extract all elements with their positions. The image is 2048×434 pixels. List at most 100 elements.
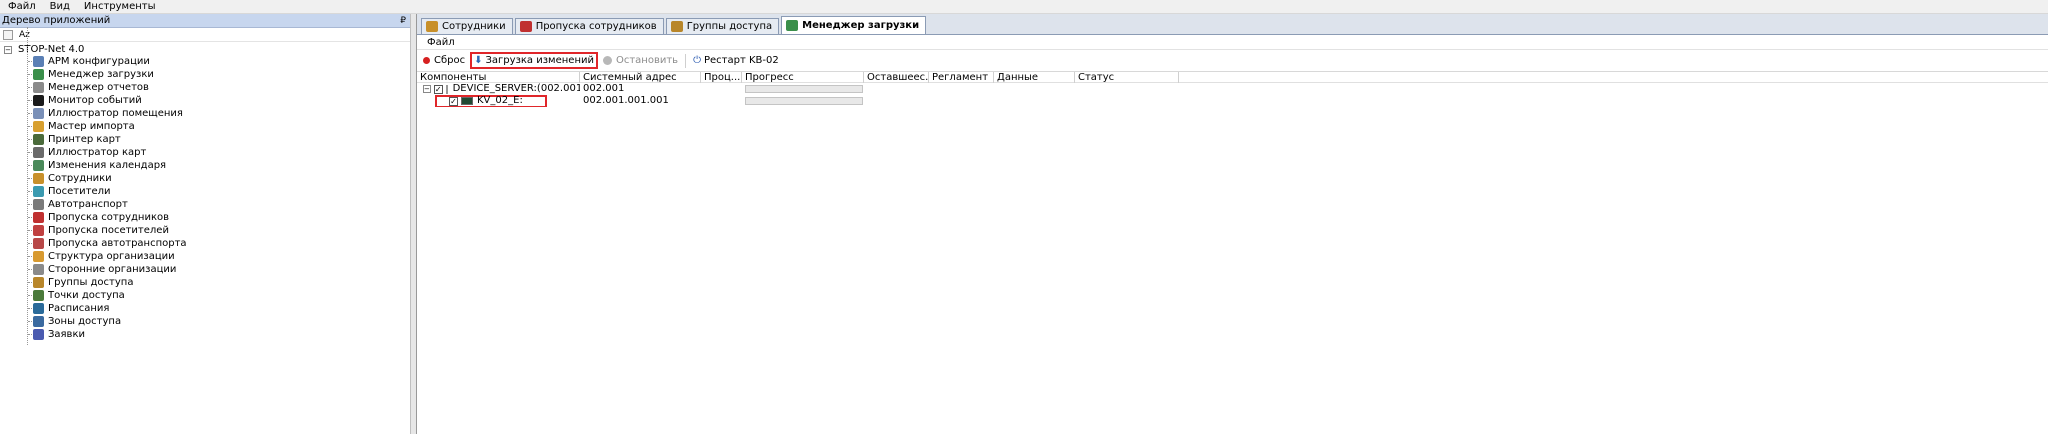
employee-pass-icon xyxy=(519,21,532,32)
sub-menu-bar: Файл xyxy=(417,35,2048,50)
menu-file[interactable]: Файл xyxy=(8,1,36,12)
stop-button[interactable]: Остановить xyxy=(600,52,681,69)
tree-root[interactable]: − STOP-Net 4.0 xyxy=(0,44,410,55)
restart-button[interactable]: ⏻ Рестарт KB-02 xyxy=(690,52,782,69)
highlight-box: ✓ KV_02_E: xyxy=(435,95,547,107)
collapse-icon[interactable]: − xyxy=(4,45,12,54)
tab[interactable]: Группы доступа xyxy=(665,18,780,34)
tree-item[interactable]: Расписания xyxy=(0,302,410,315)
tree-item[interactable]: Пропуска автотранспорта xyxy=(0,237,410,250)
menu-view[interactable]: Вид xyxy=(50,1,70,12)
tree-item-label: Иллюстратор помещения xyxy=(48,108,183,119)
vehicle-pass-icon xyxy=(33,238,44,249)
tab[interactable]: Сотрудники xyxy=(421,18,513,34)
menu-tools[interactable]: Инструменты xyxy=(84,1,156,12)
download-manager-icon xyxy=(33,69,44,80)
tree-item-label: АРМ конфигурации xyxy=(48,56,150,67)
card-illustrator-icon xyxy=(33,147,44,158)
tree-item[interactable]: Менеджер загрузки xyxy=(0,68,410,81)
tab-label: Группы доступа xyxy=(686,21,773,32)
tab-label: Пропуска сотрудников xyxy=(535,21,657,32)
tree-item[interactable]: Автотранспорт xyxy=(0,198,410,211)
tree-item[interactable]: Структура организации xyxy=(0,250,410,263)
sub-menu-file[interactable]: Файл xyxy=(427,37,455,48)
tree-item[interactable]: Заявки xyxy=(0,328,410,341)
reports-icon xyxy=(33,82,44,93)
tree-item[interactable]: Мастер импорта xyxy=(0,120,410,133)
card-printer-icon xyxy=(33,134,44,145)
table-row[interactable]: ✓ KV_02_E: 002.001.001.001 xyxy=(417,95,2048,107)
tree-item-label: Монитор событий xyxy=(48,95,142,106)
visitors-icon xyxy=(33,186,44,197)
download-manager-icon xyxy=(786,20,799,31)
col-data[interactable]: Данные xyxy=(994,72,1075,83)
access-groups-icon xyxy=(670,21,683,32)
tab-label: Менеджер загрузки xyxy=(802,20,920,31)
tree-item[interactable]: Сотрудники xyxy=(0,172,410,185)
import-wizard-icon xyxy=(33,121,44,132)
col-progress[interactable]: Прогресс xyxy=(742,72,864,83)
tree-item[interactable]: АРМ конфигурации xyxy=(0,55,410,68)
tree-item[interactable]: Принтер карт xyxy=(0,133,410,146)
col-components[interactable]: Компоненты xyxy=(417,72,580,83)
tree-item-label: Точки доступа xyxy=(48,290,125,301)
reset-label: Сброс xyxy=(434,55,466,66)
app-tree-header: Дерево приложений ₽ xyxy=(0,14,410,28)
reset-button[interactable]: Сброс xyxy=(420,52,468,69)
col-system-address[interactable]: Системный адрес xyxy=(580,72,701,83)
row-checkbox[interactable]: ✓ xyxy=(433,84,443,94)
col-process[interactable]: Проц... xyxy=(701,72,742,83)
tree-item[interactable]: Зоны доступа xyxy=(0,315,410,328)
tree-item-label: Пропуска посетителей xyxy=(48,225,169,236)
upload-changes-button[interactable]: ⬇ Загрузка изменений xyxy=(470,52,598,69)
arrow-down-icon: ⬇ xyxy=(474,55,483,66)
tree-item[interactable]: Посетители xyxy=(0,185,410,198)
system-address: 002.001 xyxy=(583,83,625,94)
schedule-icon xyxy=(33,303,44,314)
tree-item[interactable]: Монитор событий xyxy=(0,94,410,107)
access-groups-icon xyxy=(33,277,44,288)
tree-item-label: Автотранспорт xyxy=(48,199,128,210)
progress-bar xyxy=(745,97,863,105)
upload-changes-label: Загрузка изменений xyxy=(485,55,594,66)
tree-item-label: Расписания xyxy=(48,303,110,314)
app-tree-toolbar: Аz xyxy=(0,28,410,42)
tab[interactable]: Пропуска сотрудников xyxy=(514,18,664,34)
tree-item[interactable]: Иллюстратор помещения xyxy=(0,107,410,120)
tree-item[interactable]: Пропуска сотрудников xyxy=(0,211,410,224)
employees-icon xyxy=(33,173,44,184)
tree-item-label: Пропуска автотранспорта xyxy=(48,238,187,249)
tree-item-label: Менеджер отчетов xyxy=(48,82,149,93)
row-checkbox[interactable]: ✓ xyxy=(449,96,458,106)
tree-item[interactable]: Пропуска посетителей xyxy=(0,224,410,237)
page-icon[interactable] xyxy=(3,29,13,40)
server-icon xyxy=(445,84,448,94)
tree-item[interactable]: Менеджер отчетов xyxy=(0,81,410,94)
employees-icon xyxy=(426,21,438,32)
tree-item[interactable]: Группы доступа xyxy=(0,276,410,289)
tree-item-label: Иллюстратор карт xyxy=(48,147,147,158)
col-regulation[interactable]: Регламент xyxy=(929,72,994,83)
col-status[interactable]: Статус xyxy=(1075,72,1179,83)
toolbar-separator xyxy=(685,53,687,68)
tree-item[interactable]: Сторонние организации xyxy=(0,263,410,276)
tree-item-label: Сторонние организации xyxy=(48,264,177,275)
app-tree-panel: Дерево приложений ₽ Аz − STOP-Net 4.0 АР… xyxy=(0,14,411,434)
record-icon xyxy=(423,57,430,64)
tree-item-label: Принтер карт xyxy=(48,134,121,145)
pin-icon[interactable]: ₽ xyxy=(400,16,406,26)
col-remaining[interactable]: Оставшеес... xyxy=(864,72,929,83)
tree-item[interactable]: Точки доступа xyxy=(0,289,410,302)
tree-item-label: Посетители xyxy=(48,186,111,197)
tree-item-label: Сотрудники xyxy=(48,173,112,184)
tree-item[interactable]: Изменения календаря xyxy=(0,159,410,172)
component-name: DEVICE_SERVER:(002.001) xyxy=(452,83,580,94)
sort-az-button[interactable]: Аz xyxy=(19,30,30,40)
tree-item-label: Группы доступа xyxy=(48,277,134,288)
grid-header: Компоненты Системный адрес Проц... Прогр… xyxy=(417,72,2048,83)
tree-item[interactable]: Иллюстратор карт xyxy=(0,146,410,159)
tree-item-label: Зоны доступа xyxy=(48,316,122,327)
collapse-icon[interactable]: − xyxy=(423,85,431,93)
tab[interactable]: Менеджер загрузки xyxy=(781,16,927,34)
table-row[interactable]: − ✓ DEVICE_SERVER:(002.001) 002.001 xyxy=(417,83,2048,95)
